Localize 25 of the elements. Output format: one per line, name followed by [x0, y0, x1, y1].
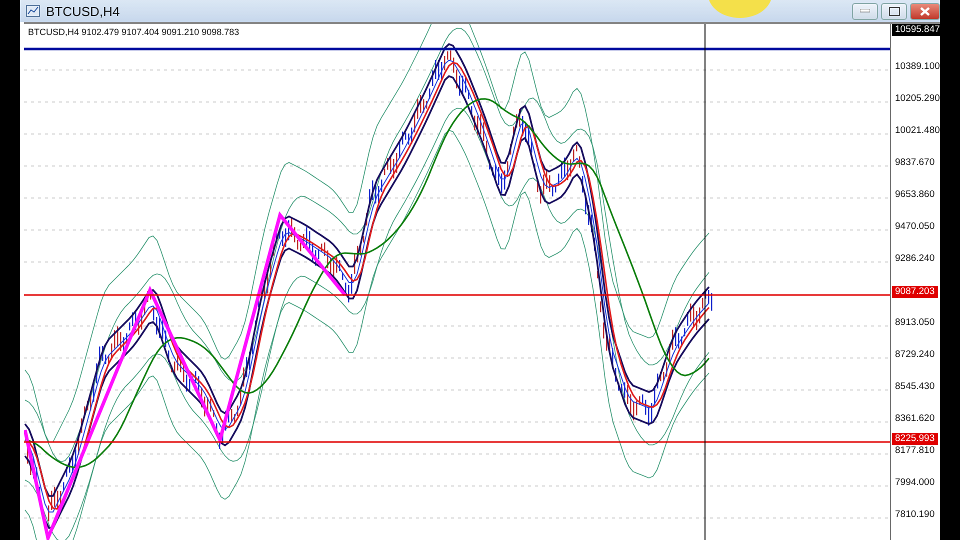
maximize-button[interactable] [881, 2, 907, 20]
price-label: 7810.190 [895, 509, 935, 521]
price-label: 10389.100 [895, 61, 940, 73]
price-tag: 10595.847 [892, 24, 943, 36]
price-label: 9653.860 [895, 189, 935, 201]
price-tag: 9087.203 [892, 286, 938, 298]
chart-window-icon [26, 5, 40, 17]
price-label: 8361.620 [895, 413, 935, 425]
chart-header: BTCUSD,H4 9102.479 9107.404 9091.210 9098.783 [28, 27, 240, 37]
price-label: 9837.670 [895, 157, 935, 169]
close-button[interactable] [910, 2, 940, 20]
price-label: 8913.050 [895, 317, 935, 329]
window-title: BTCUSD,H4 [46, 4, 120, 18]
price-label: 9286.240 [895, 253, 935, 265]
price-label: 10021.480 [895, 125, 940, 137]
price-label: 8729.240 [895, 349, 935, 361]
price-label: 9470.050 [895, 221, 935, 233]
price-label: 8545.430 [895, 381, 935, 393]
price-tag: 8225.993 [892, 433, 938, 445]
price-label: 8177.810 [895, 445, 935, 457]
price-label: 7994.000 [895, 477, 935, 489]
close-icon [920, 6, 930, 16]
minimize-icon [860, 9, 870, 13]
maximize-icon [888, 6, 900, 16]
price-label: 10205.290 [895, 93, 940, 105]
